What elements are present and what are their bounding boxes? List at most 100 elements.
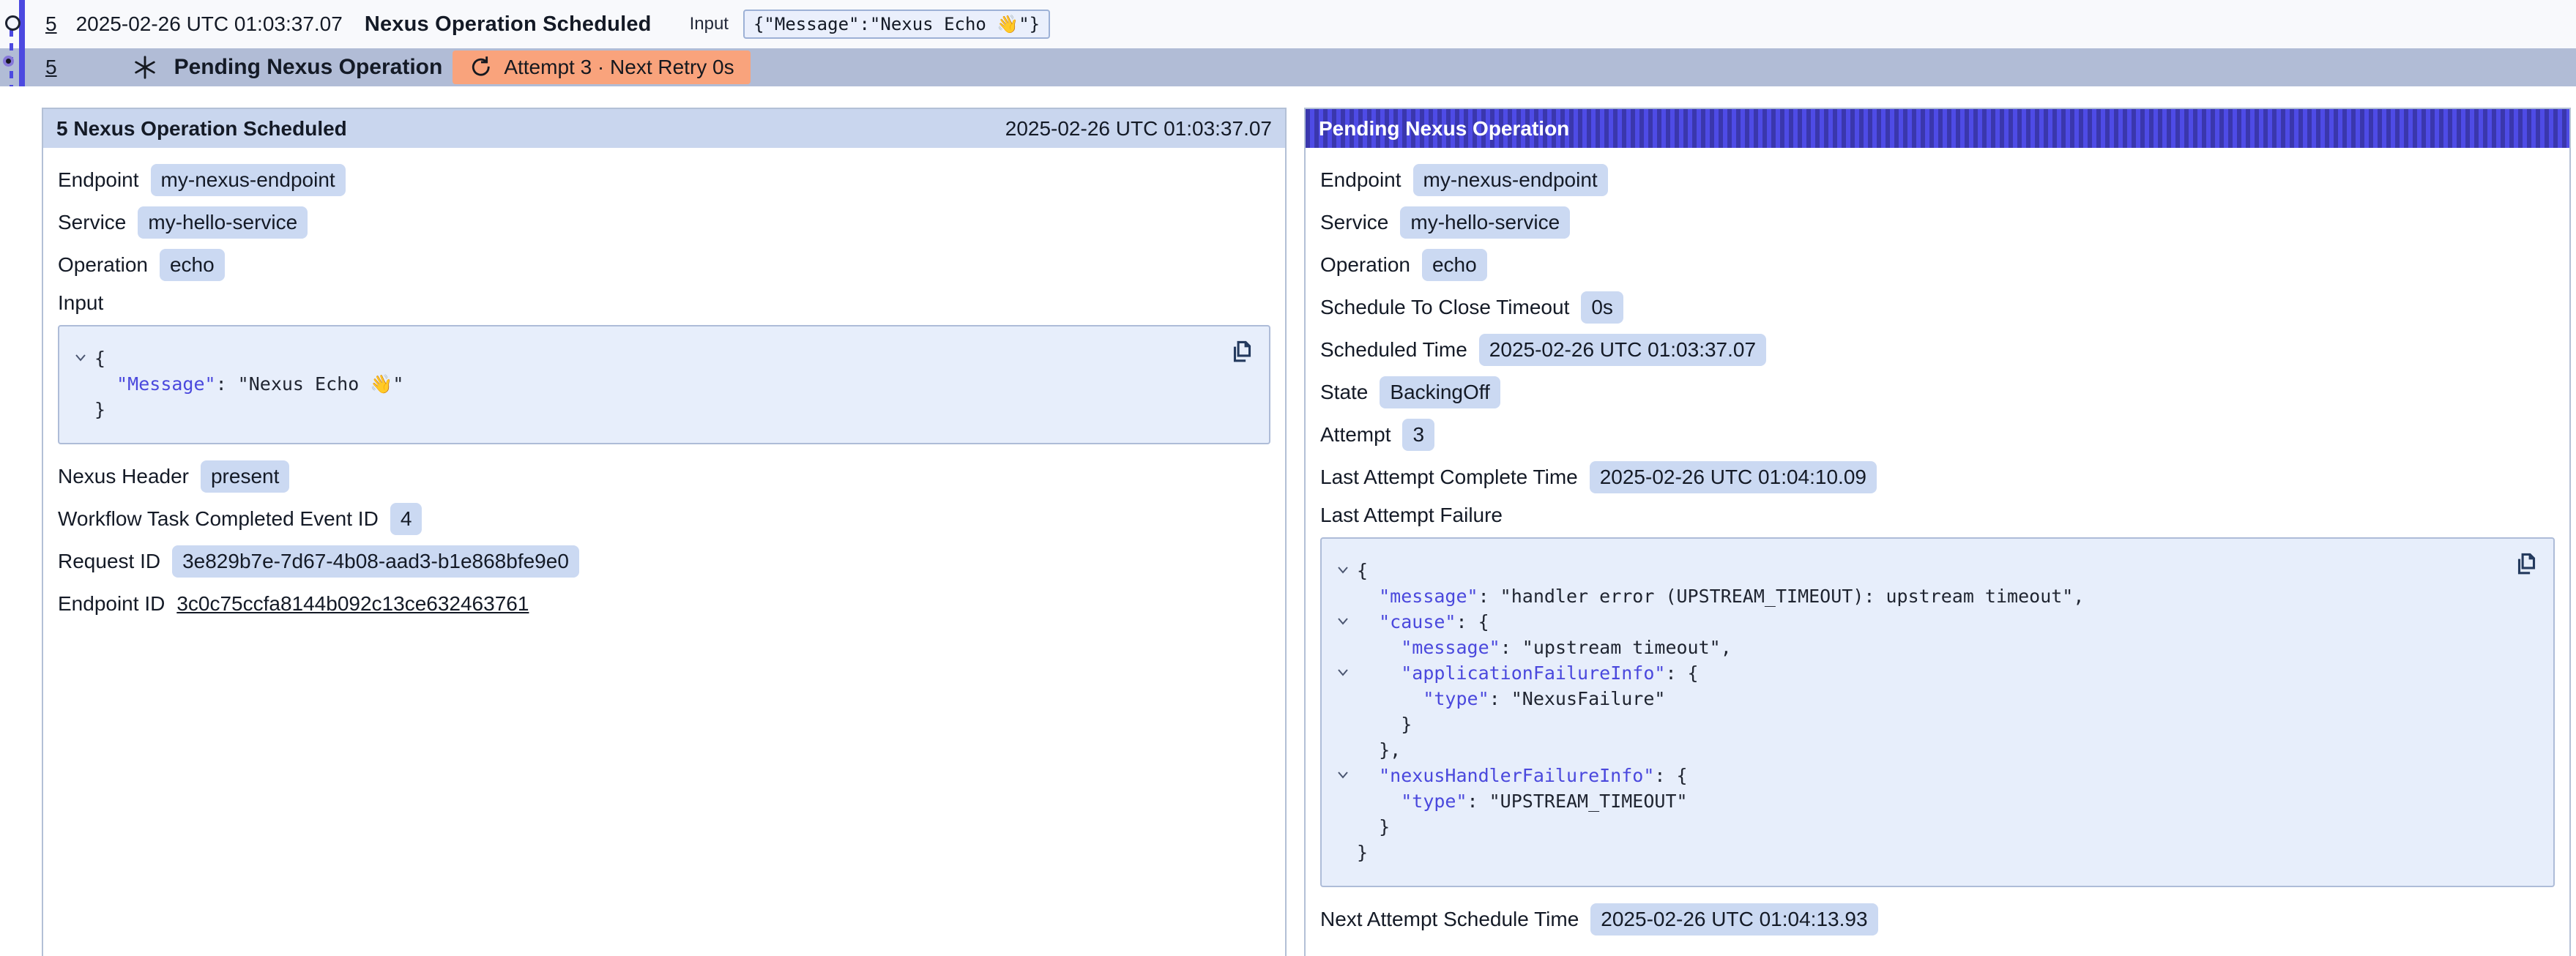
field-label: Endpoint [58, 168, 139, 192]
field-label: Service [1320, 211, 1388, 234]
code-text: } [94, 397, 105, 422]
right-panel-title: Pending Nexus Operation [1319, 117, 1569, 141]
field-label: Nexus Header [58, 465, 189, 488]
code-gutter [1329, 788, 1357, 814]
field-label: Attempt [1320, 423, 1391, 447]
field-request-id: Request ID 3e829b7e-7d67-4b08-aad3-b1e86… [58, 545, 1270, 578]
event-timeline-rail [0, 0, 41, 88]
code-line: { [67, 346, 1218, 371]
code-line: } [1329, 840, 2502, 865]
endpoint-id-link[interactable]: 3c0c75ccfa8144b092c13ce632463761 [176, 589, 529, 619]
code-text: { [94, 346, 105, 371]
code-text: "Message": "Nexus Echo 👋" [94, 371, 403, 397]
event-timestamp: 2025-02-26 UTC 01:03:37.07 [76, 12, 343, 36]
left-panel-body: Endpoint my-nexus-endpoint Service my-he… [43, 148, 1285, 652]
code-gutter [1329, 583, 1357, 609]
retry-badge-label: Attempt 3 · Next Retry 0s [504, 56, 734, 79]
left-panel-header: 5 Nexus Operation Scheduled 2025-02-26 U… [43, 109, 1285, 148]
field-label: Last Attempt Complete Time [1320, 466, 1578, 489]
code-line: "cause": { [1329, 609, 2502, 635]
field-label: Operation [58, 253, 148, 277]
event-id-link[interactable]: 5 [45, 56, 57, 79]
field-next-attempt-schedule-time: Next Attempt Schedule Time 2025-02-26 UT… [1320, 903, 2555, 936]
code-lines: { "Message": "Nexus Echo 👋"} [67, 346, 1218, 422]
chevron-down-icon[interactable] [67, 346, 94, 371]
chevron-down-icon[interactable] [1329, 558, 1357, 583]
field-label: Schedule To Close Timeout [1320, 296, 1569, 319]
last-attempt-failure-code-block: { "message": "handler error (UPSTREAM_TI… [1320, 537, 2555, 887]
field-schedule-to-close-timeout: Schedule To Close Timeout 0s [1320, 291, 2555, 324]
field-last-attempt-complete-time: Last Attempt Complete Time 2025-02-26 UT… [1320, 461, 2555, 493]
code-line: "message": "handler error (UPSTREAM_TIME… [1329, 583, 2502, 609]
field-value-chip: echo [1422, 249, 1487, 281]
pending-asterisk-icon [132, 54, 158, 81]
code-line: "Message": "Nexus Echo 👋" [67, 371, 1218, 397]
code-line: "applicationFailureInfo": { [1329, 660, 2502, 686]
chevron-down-icon[interactable] [1329, 609, 1357, 635]
field-value-chip: my-nexus-endpoint [151, 164, 346, 196]
code-gutter [67, 371, 94, 397]
code-text: { [1357, 558, 1368, 583]
panel-pending-nexus-operation: Pending Nexus Operation Endpoint my-nexu… [1304, 108, 2571, 956]
event-row-pending-nexus-operation[interactable]: 5 Pending Nexus Operation Attempt 3 · Ne… [0, 48, 2576, 86]
field-endpoint-id: Endpoint ID 3c0c75ccfa8144b092c13ce63246… [58, 588, 1270, 620]
code-lines: { "message": "handler error (UPSTREAM_TI… [1329, 558, 2502, 865]
field-label: Request ID [58, 550, 160, 573]
field-value-chip: echo [160, 249, 225, 281]
retry-refresh-icon [469, 55, 494, 80]
field-label: Endpoint [1320, 168, 1401, 192]
field-label: Service [58, 211, 126, 234]
field-state: State BackingOff [1320, 376, 2555, 408]
code-gutter [1329, 840, 1357, 865]
field-value-chip: my-nexus-endpoint [1413, 164, 1608, 196]
field-label: State [1320, 381, 1368, 404]
code-gutter [1329, 686, 1357, 712]
field-label: Operation [1320, 253, 1410, 277]
event-id-link[interactable]: 5 [45, 12, 57, 36]
field-label: Workflow Task Completed Event ID [58, 507, 379, 531]
left-panel-timestamp: 2025-02-26 UTC 01:03:37.07 [1005, 117, 1272, 141]
field-value-chip: 2025-02-26 UTC 01:04:10.09 [1590, 461, 1877, 493]
code-gutter [1329, 737, 1357, 763]
field-value-chip: my-hello-service [1400, 206, 1570, 239]
field-workflow-task-completed-event-id: Workflow Task Completed Event ID 4 [58, 503, 1270, 535]
field-value-chip: 4 [390, 503, 422, 535]
field-scheduled-time: Scheduled Time 2025-02-26 UTC 01:03:37.0… [1320, 334, 2555, 366]
code-text: "type": "UPSTREAM_TIMEOUT" [1357, 788, 1688, 814]
timeline-filled-dot-icon [3, 56, 14, 67]
field-operation: Operation echo [58, 249, 1270, 281]
chevron-down-icon[interactable] [1329, 660, 1357, 686]
retry-status-badge: Attempt 3 · Next Retry 0s [453, 51, 750, 84]
code-line: } [67, 397, 1218, 422]
left-panel-title: 5 Nexus Operation Scheduled [56, 117, 347, 141]
field-value-chip: 2025-02-26 UTC 01:04:13.93 [1590, 903, 1877, 936]
field-operation: Operation echo [1320, 249, 2555, 281]
field-value-chip: 3 [1402, 419, 1434, 451]
code-text: "message": "upstream timeout", [1357, 635, 1732, 660]
timeline-open-dot-icon [5, 15, 21, 31]
code-gutter [1329, 635, 1357, 660]
field-endpoint: Endpoint my-nexus-endpoint [58, 164, 1270, 196]
code-line: } [1329, 814, 2502, 840]
copy-icon[interactable] [2513, 550, 2540, 578]
event-row-nexus-operation-scheduled[interactable]: 5 2025-02-26 UTC 01:03:37.07 Nexus Opera… [0, 0, 2576, 48]
code-text: } [1357, 840, 1368, 865]
input-section-label: Input [58, 291, 1270, 315]
field-label: Endpoint ID [58, 592, 165, 616]
code-line: "nexusHandlerFailureInfo": { [1329, 763, 2502, 788]
field-value-chip: present [201, 460, 289, 493]
code-line: "type": "UPSTREAM_TIMEOUT" [1329, 788, 2502, 814]
chevron-down-icon[interactable] [1329, 763, 1357, 788]
field-endpoint: Endpoint my-nexus-endpoint [1320, 164, 2555, 196]
event-detail-panels: 5 Nexus Operation Scheduled 2025-02-26 U… [42, 108, 2571, 956]
code-gutter [67, 397, 94, 422]
code-line: "message": "upstream timeout", [1329, 635, 2502, 660]
code-line: "type": "NexusFailure" [1329, 686, 2502, 712]
event-input-json-chip: {"Message":"Nexus Echo 👋"} [743, 10, 1050, 39]
code-gutter [1329, 814, 1357, 840]
field-label: Scheduled Time [1320, 338, 1467, 362]
field-value-chip: BackingOff [1380, 376, 1500, 408]
copy-icon[interactable] [1229, 338, 1256, 365]
code-text: "message": "handler error (UPSTREAM_TIME… [1357, 583, 2084, 609]
code-text: "nexusHandlerFailureInfo": { [1357, 763, 1688, 788]
